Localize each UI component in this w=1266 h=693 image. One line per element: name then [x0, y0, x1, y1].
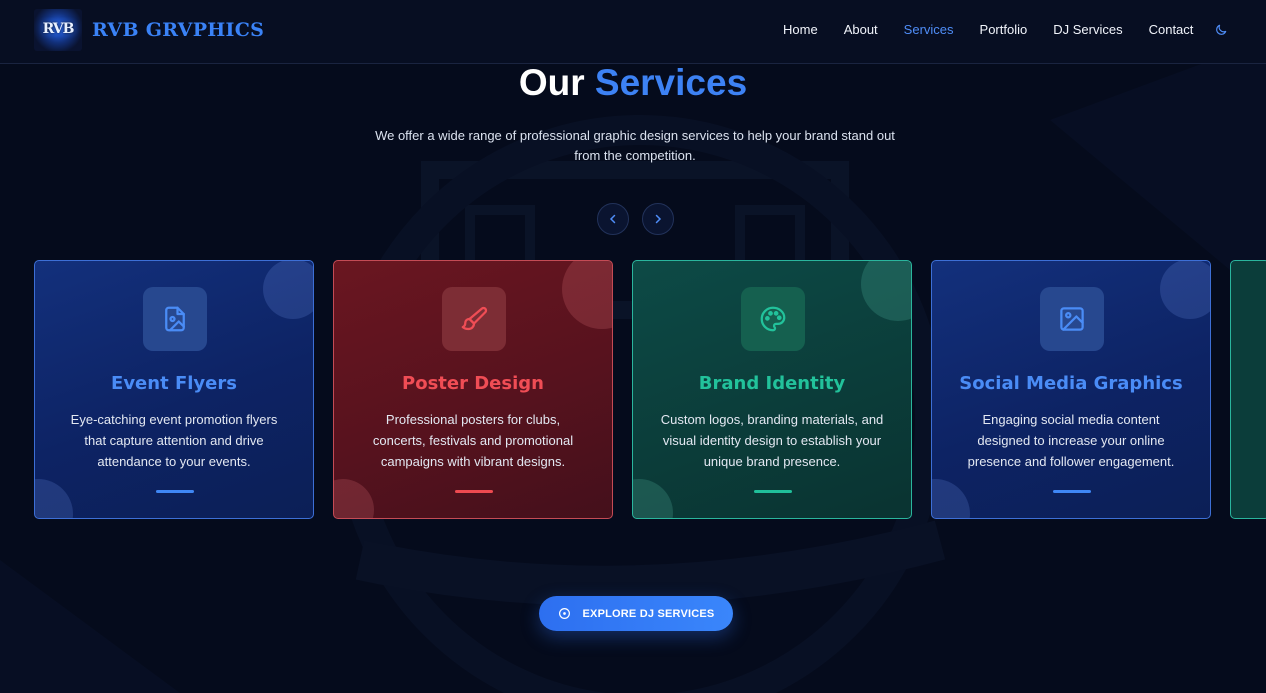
- service-card-brand-identity[interactable]: Brand Identity Custom logos, branding ma…: [632, 260, 912, 519]
- nav-item-about[interactable]: About: [844, 22, 878, 37]
- nav-item-dj-services[interactable]: DJ Services: [1053, 22, 1122, 37]
- section-title: Our Services: [0, 62, 1266, 104]
- carousel-next-button[interactable]: [642, 203, 674, 235]
- card-icon-container: [1040, 287, 1104, 351]
- card-decoration: [861, 261, 911, 321]
- main-nav: Home About Services Portfolio DJ Service…: [783, 22, 1219, 37]
- card-decoration: [334, 479, 374, 518]
- logo-image[interactable]: RVB: [34, 9, 82, 51]
- card-title: Event Flyers: [111, 373, 237, 394]
- brand-name[interactable]: RVB GRVPHICS: [92, 19, 264, 41]
- paintbrush-icon: [461, 306, 488, 331]
- moon-icon[interactable]: [1214, 23, 1228, 37]
- explore-dj-services-button[interactable]: EXPLORE DJ SERVICES: [539, 596, 733, 631]
- card-title: Social Media Graphics: [959, 373, 1183, 394]
- file-image-icon: [165, 306, 185, 332]
- card-accent-bar: [156, 490, 194, 493]
- card-decoration: [35, 479, 73, 518]
- service-card-event-flyers[interactable]: Event Flyers Eye-catching event promotio…: [34, 260, 314, 519]
- card-description: Custom logos, branding materials, and vi…: [660, 412, 884, 469]
- image-icon: [1060, 307, 1084, 331]
- nav-item-portfolio[interactable]: Portfolio: [980, 22, 1028, 37]
- card-decoration: [562, 261, 612, 329]
- chevron-right-icon: [655, 214, 662, 224]
- card-icon-container: [442, 287, 506, 351]
- nav-item-services[interactable]: Services: [904, 22, 954, 37]
- card-icon-container: [741, 287, 805, 351]
- card-decoration: [932, 479, 970, 518]
- explore-dj-services-label: EXPLORE DJ SERVICES: [582, 607, 715, 620]
- section-title-accent: Services: [594, 62, 748, 103]
- palette-icon: [760, 306, 786, 332]
- nav-item-home[interactable]: Home: [783, 22, 818, 37]
- card-icon-container: [143, 287, 207, 351]
- card-title: Poster Design: [402, 373, 544, 394]
- card-accent-bar: [455, 490, 493, 493]
- logo-text: RVB: [42, 21, 75, 37]
- card-title: Brand Identity: [698, 373, 846, 394]
- service-card-social-media-graphics[interactable]: Social Media Graphics Engaging social me…: [931, 260, 1211, 519]
- service-card-poster-design[interactable]: Poster Design Professional posters for c…: [333, 260, 613, 519]
- play-circle-icon: [558, 608, 570, 619]
- card-decoration: [263, 261, 313, 319]
- card-decoration: [1160, 261, 1210, 319]
- card-description: Professional posters for clubs, concerts…: [372, 412, 574, 469]
- nav-item-contact[interactable]: Contact: [1149, 22, 1194, 37]
- card-decoration: [633, 479, 673, 518]
- card-description: Engaging social media content designed t…: [967, 412, 1175, 469]
- section-title-main: Our: [518, 62, 585, 103]
- carousel-prev-button[interactable]: [597, 203, 629, 235]
- card-description: Eye-catching event promotion flyers that…: [70, 412, 278, 469]
- card-accent-bar: [754, 490, 792, 493]
- section-subtitle: We offer a wide range of professional gr…: [375, 128, 895, 163]
- card-accent-bar: [1053, 490, 1091, 493]
- top-navigation-bar: RVB RVB GRVPHICS Home About Services Por…: [0, 0, 1266, 64]
- chevron-left-icon: [609, 214, 616, 224]
- service-card-next-partial[interactable]: [1230, 260, 1266, 519]
